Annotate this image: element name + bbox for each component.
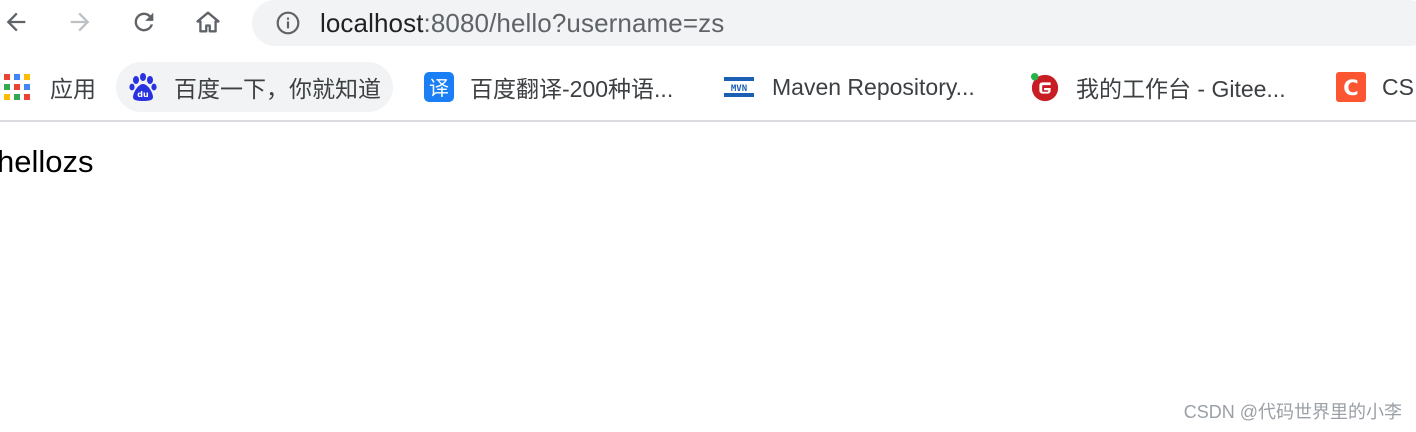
bookmark-label: 百度一下，你就知道	[174, 76, 381, 102]
back-button[interactable]	[0, 2, 36, 42]
arrow-left-icon	[6, 12, 26, 32]
bookmark-baidu-translate[interactable]: 译 百度翻译-200种语...	[424, 62, 673, 112]
bookmark-csdn[interactable]: C CS	[1336, 62, 1414, 112]
home-button[interactable]	[188, 2, 228, 42]
bookmark-label: Maven Repository...	[772, 73, 975, 100]
bookmark-apps[interactable]: 应用	[2, 62, 96, 112]
translate-icon: 译	[424, 72, 454, 102]
gitee-icon	[1030, 72, 1060, 102]
url-path: :8080/hello?username=zs	[423, 8, 725, 38]
bookmarks-bar: 应用 du 百度一下，你就知道 译 百度翻译-200种语... MVN Mave…	[0, 56, 1416, 118]
apps-grid-icon	[2, 72, 32, 102]
svg-text:译: 译	[429, 76, 449, 100]
svg-text:C: C	[1343, 76, 1358, 100]
address-bar[interactable]: localhost:8080/hello?username=zs	[252, 0, 1416, 46]
csdn-icon: C	[1336, 72, 1366, 102]
arrow-right-icon	[70, 12, 90, 32]
forward-button[interactable]	[60, 2, 100, 42]
baidu-paw-icon: du	[128, 72, 158, 102]
csdn-watermark: CSDN @代码世界里的小李	[1183, 402, 1402, 422]
reload-icon	[134, 12, 154, 32]
bookmark-label: CS	[1382, 73, 1414, 100]
bookmark-label: 应用	[50, 76, 96, 102]
site-info-button[interactable]	[274, 9, 302, 37]
info-icon	[276, 11, 300, 35]
svg-text:MVN: MVN	[731, 84, 747, 94]
bookmark-label: 我的工作台 - Gitee...	[1076, 76, 1286, 102]
toolbar-divider	[0, 120, 1416, 122]
bookmark-maven[interactable]: MVN Maven Repository...	[724, 62, 975, 112]
browser-toolbar: localhost:8080/hello?username=zs	[0, 0, 1416, 48]
bookmark-gitee[interactable]: 我的工作台 - Gitee...	[1030, 62, 1286, 112]
url-text[interactable]: localhost:8080/hello?username=zs	[320, 8, 724, 38]
page-body-text: hellozs	[0, 144, 94, 179]
svg-text:du: du	[137, 90, 149, 99]
bookmark-label: 百度翻译-200种语...	[470, 76, 674, 102]
url-host: localhost	[320, 8, 424, 38]
reload-button[interactable]	[124, 2, 164, 42]
bookmark-baidu[interactable]: du 百度一下，你就知道	[116, 62, 393, 112]
home-icon	[196, 11, 220, 33]
mvn-icon: MVN	[724, 72, 754, 102]
